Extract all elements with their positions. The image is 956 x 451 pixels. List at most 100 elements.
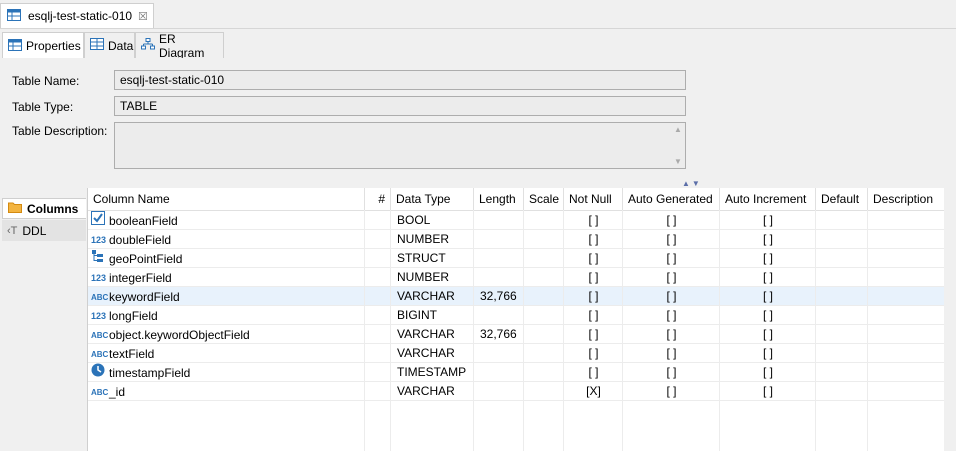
tab-label: ER Diagram <box>159 31 205 60</box>
editor-tab[interactable]: esqlj-test-static-010 ☒ <box>0 3 154 28</box>
header-scale[interactable]: Scale <box>524 188 564 210</box>
cell-column-name: ABCkeywordField <box>88 287 365 305</box>
cell-column-name: 123 integerField <box>88 268 365 286</box>
cell-auto-increment: [ ] <box>762 289 773 303</box>
column-name-text: textField <box>109 347 155 361</box>
table-type-label: Table Type: <box>12 100 74 114</box>
cell-column-name: 123 doubleField <box>88 230 365 248</box>
cell-data-type: BIGINT <box>397 308 438 322</box>
editor-tab-title: esqlj-test-static-010 <box>28 9 133 23</box>
clock-icon <box>91 363 107 382</box>
table-icon <box>7 8 23 24</box>
cell-auto-generated: [ ] <box>666 384 677 398</box>
cell-not-null: [X] <box>586 384 601 398</box>
cell-auto-increment: [ ] <box>762 346 773 360</box>
cell-length <box>474 211 524 229</box>
number-icon: 123 <box>91 235 107 246</box>
cell-data-type: VARCHAR <box>397 346 455 360</box>
grid-line <box>563 210 564 451</box>
cell-auto-increment: [ ] <box>762 213 773 227</box>
tab-data[interactable]: Data <box>84 32 135 58</box>
cell-column-name: ABCtextField <box>88 344 365 362</box>
cell-data-type: VARCHAR <box>397 289 455 303</box>
table-name-field[interactable]: esqlj-test-static-010 <box>114 70 686 90</box>
cell-auto-increment: [ ] <box>762 270 773 284</box>
scroll-down-icon[interactable]: ▼ <box>674 157 682 166</box>
cell-auto-increment: [ ] <box>762 232 773 246</box>
table-description-field[interactable]: ▲ ▼ <box>114 122 686 169</box>
cell-auto-increment: [ ] <box>762 251 773 265</box>
struct-icon <box>91 249 107 268</box>
grid-line <box>815 210 816 451</box>
cell-data-type: BOOL <box>397 213 431 227</box>
cell-not-null: [ ] <box>588 270 599 284</box>
nav-label: Columns <box>27 201 79 216</box>
column-name-text: longField <box>109 308 158 323</box>
column-name-text: object.keywordObjectField <box>109 328 250 342</box>
cell-not-null: [ ] <box>588 289 599 303</box>
cell-length: 32,766 <box>480 327 517 341</box>
header-not-null[interactable]: Not Null <box>564 188 623 210</box>
cell-column-name: timestampField <box>88 363 365 381</box>
cell-auto-generated: [ ] <box>666 251 677 265</box>
header-column-name[interactable]: Column Name <box>88 188 365 210</box>
text-icon: ABC <box>91 350 109 359</box>
close-icon[interactable]: ☒ <box>138 10 148 23</box>
boolean-icon <box>91 211 107 230</box>
cell-auto-generated: [ ] <box>666 289 677 303</box>
cell-not-null: [ ] <box>588 365 599 379</box>
cell-length <box>474 268 524 286</box>
cell-not-null: [ ] <box>588 346 599 360</box>
table-type-field[interactable]: TABLE <box>114 96 686 116</box>
cell-auto-generated: [ ] <box>666 346 677 360</box>
cell-auto-generated: [ ] <box>666 213 677 227</box>
cell-data-type: TIMESTAMP <box>397 365 467 379</box>
header-default[interactable]: Default <box>816 188 868 210</box>
columns-table[interactable]: Column Name # Data Type Length Scale Not… <box>88 188 944 451</box>
cell-column-name: booleanField <box>88 211 365 229</box>
editor-tab-bar: esqlj-test-static-010 ☒ <box>0 0 956 29</box>
header-auto-generated[interactable]: Auto Generated <box>623 188 720 210</box>
cell-column-name: 123 longField <box>88 306 365 324</box>
cell-auto-generated: [ ] <box>666 327 677 341</box>
sub-tab-bar: Properties Data ER Diagram <box>0 29 956 60</box>
cell-auto-increment: [ ] <box>762 308 773 322</box>
header-auto-increment[interactable]: Auto Increment <box>720 188 816 210</box>
header-ordinal[interactable]: # <box>365 188 391 210</box>
tab-label: Data <box>108 38 134 53</box>
tab-properties[interactable]: Properties <box>2 32 84 59</box>
cell-not-null: [ ] <box>588 327 599 341</box>
table-header: Column Name # Data Type Length Scale Not… <box>88 188 944 211</box>
table-description-label: Table Description: <box>12 124 108 138</box>
text-icon: ABC <box>91 331 109 340</box>
tab-er-diagram[interactable]: ER Diagram <box>135 31 224 60</box>
nav-ddl[interactable]: ‹T DDL <box>2 220 86 241</box>
cell-auto-generated: [ ] <box>666 270 677 284</box>
cell-data-type: VARCHAR <box>397 384 455 398</box>
column-name-text: booleanField <box>109 213 178 228</box>
cell-length <box>474 230 524 248</box>
header-description[interactable]: Description <box>868 188 944 210</box>
table-name-label: Table Name: <box>12 74 80 88</box>
cell-data-type: NUMBER <box>397 232 450 246</box>
table-scrollbar[interactable] <box>944 188 956 451</box>
splitter-handle[interactable]: ▲▼ <box>682 179 702 188</box>
header-data-type[interactable]: Data Type <box>391 188 474 210</box>
scroll-up-icon[interactable]: ▲ <box>674 125 682 134</box>
header-length[interactable]: Length <box>474 188 524 210</box>
column-name-text: geoPointField <box>109 251 183 266</box>
description-scrollbar[interactable]: ▲ ▼ <box>672 125 684 166</box>
cell-auto-increment: [ ] <box>762 327 773 341</box>
cell-length <box>474 344 524 362</box>
nav-columns[interactable]: Columns <box>2 198 86 219</box>
number-icon: 123 <box>91 273 107 284</box>
folder-icon <box>8 201 22 216</box>
cell-auto-generated: [ ] <box>666 232 677 246</box>
column-name-text: keywordField <box>109 290 180 304</box>
text-icon: ABC <box>91 293 109 302</box>
cell-column-name: ABC_id <box>88 382 365 400</box>
table-icon <box>8 38 22 54</box>
cell-data-type: NUMBER <box>397 270 450 284</box>
cell-auto-generated: [ ] <box>666 308 677 322</box>
tab-label: Properties <box>26 39 81 53</box>
